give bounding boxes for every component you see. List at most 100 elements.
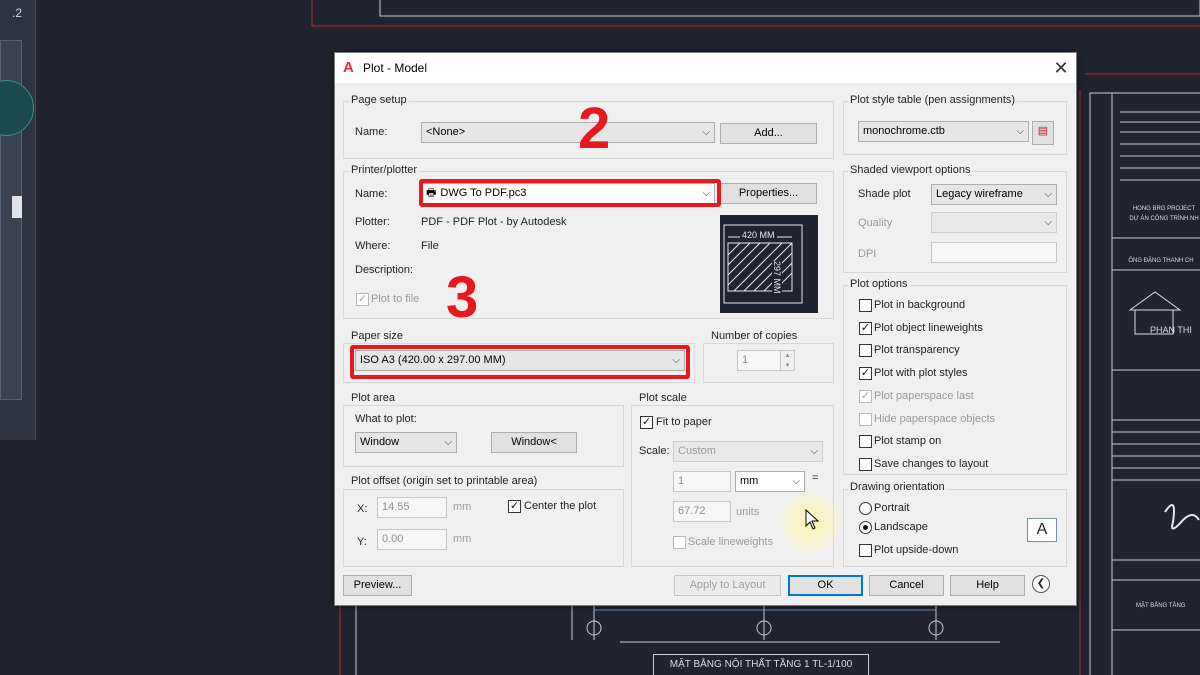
scale-unit-value: mm: [740, 475, 759, 487]
plot-option-checkbox[interactable]: ✓: [859, 389, 872, 403]
apply-to-layout-button[interactable]: Apply to Layout: [674, 575, 781, 596]
shaded-viewport-label: Shaded viewport options: [848, 164, 973, 176]
plot-option-checkbox[interactable]: ✓: [859, 367, 872, 381]
drawing-title-label: MẶT BẰNG NỘI THẤT TẦNG 1 TL-1/100: [653, 654, 869, 675]
scale-denominator-input[interactable]: 67.72: [673, 501, 731, 522]
offset-y-label: Y:: [357, 536, 367, 548]
quality-label: Quality: [858, 217, 893, 229]
dpi-label: DPI: [858, 248, 877, 260]
offset-x-input[interactable]: 14.55: [377, 497, 447, 518]
autocad-logo-icon: A: [343, 59, 354, 76]
center-plot-label: Center the plot: [524, 500, 597, 512]
close-icon[interactable]: ✕: [1050, 57, 1072, 79]
plot-option-label: Plot transparency: [874, 344, 960, 357]
landscape-radio[interactable]: [859, 521, 872, 534]
plot-option-label: Plot paperspace last: [874, 389, 974, 402]
plot-to-file-label: Plot to file: [371, 293, 420, 305]
plot-scale-label: Plot scale: [637, 392, 689, 404]
fit-to-paper-label: Fit to paper: [656, 416, 712, 428]
mouse-cursor-icon: [805, 509, 820, 530]
plot-style-value: monochrome.ctb: [863, 125, 945, 137]
step-2-annotation: 2: [578, 96, 611, 161]
dpi-input[interactable]: [931, 242, 1057, 263]
step-3-annotation: 3: [446, 265, 479, 330]
plot-option-label: Hide paperspace objects: [874, 412, 996, 425]
plot-style-label: Plot style table (pen assignments): [848, 94, 1018, 106]
plot-option-checkbox[interactable]: [859, 299, 872, 312]
plot-option-checkbox[interactable]: [859, 457, 872, 471]
scale-equals: =: [812, 472, 819, 484]
titleblock-logo-text: PHAN THI: [1150, 325, 1192, 335]
portrait-radio[interactable]: [859, 502, 872, 515]
preview-width-label: 420 MM: [740, 230, 777, 240]
portrait-label: Portrait: [874, 502, 910, 514]
shade-plot-select[interactable]: Legacy wireframe ⌵: [931, 184, 1057, 205]
chevron-down-icon: ⌵: [702, 127, 710, 138]
page-setup-name-select[interactable]: <None> ⌵: [421, 122, 715, 143]
shade-plot-value: Legacy wireframe: [936, 188, 1023, 200]
page-setup-label: Page setup: [349, 94, 409, 106]
landscape-label: Landscape: [874, 521, 928, 533]
titleblock-sheet-name: MẶT BẰNG TẦNG: [1136, 603, 1186, 609]
scale-numerator-input[interactable]: 1: [673, 471, 731, 492]
plot-option-checkbox[interactable]: [859, 344, 872, 358]
plotter-label: Plotter:: [355, 216, 390, 228]
chevron-down-icon: ⌵: [1044, 217, 1052, 228]
shade-plot-label: Shade plot: [858, 188, 911, 200]
plot-options-label: Plot options: [848, 278, 910, 290]
offset-x-unit: mm: [453, 501, 472, 513]
preview-height-label: 297 MM: [772, 261, 782, 294]
printer-label: Printer/plotter: [349, 164, 420, 176]
scale-unit-select[interactable]: mm ⌵: [735, 471, 805, 492]
printer-properties-button[interactable]: Properties...: [720, 183, 817, 204]
what-to-plot-select[interactable]: Window ⌵: [355, 432, 457, 453]
edit-plot-style-button[interactable]: ▤: [1032, 121, 1054, 145]
ok-button[interactable]: OK: [788, 575, 863, 596]
plot-area-label: Plot area: [349, 392, 398, 404]
page-setup-name-value: <None>: [426, 126, 466, 138]
plotter-value: PDF - PDF Plot - by Autodesk: [421, 216, 567, 228]
upside-down-label: Plot upside-down: [874, 544, 959, 556]
dialog-titlebar[interactable]: A Plot - Model ✕: [335, 53, 1076, 83]
titleblock-project-vn: DỰ ÁN CÔNG TRÌNH NH: [1129, 216, 1199, 222]
plot-style-select[interactable]: monochrome.ctb ⌵: [858, 121, 1029, 142]
window-select-button[interactable]: Window<: [491, 432, 577, 453]
edit-table-icon: ▤: [1037, 125, 1049, 137]
page-setup-name-label: Name:: [355, 126, 388, 138]
paper-preview: 420 MM 297 MM: [720, 215, 818, 313]
plot-option-checkbox[interactable]: [859, 412, 872, 426]
offset-y-unit: mm: [453, 533, 472, 545]
chevron-down-icon: ⌵: [792, 476, 800, 487]
paper-size-highlight-box: [350, 345, 690, 379]
plot-dialog: A Plot - Model ✕ Page setup Name: <None>…: [334, 52, 1077, 606]
preview-button[interactable]: Preview...: [343, 575, 412, 596]
cancel-button[interactable]: Cancel: [869, 575, 944, 596]
plot-option-checkbox[interactable]: ✓: [859, 321, 872, 335]
chevron-down-icon: ⌵: [1016, 126, 1024, 137]
plot-option-label: Plot stamp on: [874, 435, 942, 448]
collapse-options-icon[interactable]: ❮: [1032, 575, 1050, 593]
offset-y-input[interactable]: 0.00: [377, 529, 447, 550]
copies-label: Number of copies: [709, 330, 800, 342]
scale-select[interactable]: Custom ⌵: [673, 441, 823, 462]
plot-option-label: Plot in background: [874, 299, 966, 311]
where-label: Where:: [355, 240, 391, 252]
titleblock-project: HONG BRG PROJECT: [1132, 206, 1196, 212]
description-label: Description:: [355, 264, 414, 276]
center-plot-checkbox[interactable]: ✓: [508, 500, 521, 513]
fit-to-paper-checkbox[interactable]: ✓: [640, 416, 653, 429]
help-button[interactable]: Help: [950, 575, 1025, 596]
chevron-down-icon: ⌵: [1044, 189, 1052, 200]
plot-to-file-checkbox[interactable]: ✓: [356, 293, 369, 306]
plot-option-checkbox[interactable]: [859, 435, 872, 449]
copies-spinner[interactable]: ▲ ▼: [780, 350, 795, 371]
quality-select[interactable]: ⌵: [931, 212, 1057, 233]
add-page-setup-button[interactable]: Add...: [720, 123, 817, 144]
scale-value: Custom: [678, 445, 716, 457]
plot-option-label: Plot with plot styles: [874, 367, 968, 380]
scale-lineweights-checkbox[interactable]: [673, 536, 686, 549]
upside-down-checkbox[interactable]: [859, 544, 872, 557]
paper-size-label: Paper size: [349, 330, 405, 342]
chevron-down-icon: ⌵: [810, 446, 818, 457]
scale-label: Scale:: [639, 445, 670, 457]
